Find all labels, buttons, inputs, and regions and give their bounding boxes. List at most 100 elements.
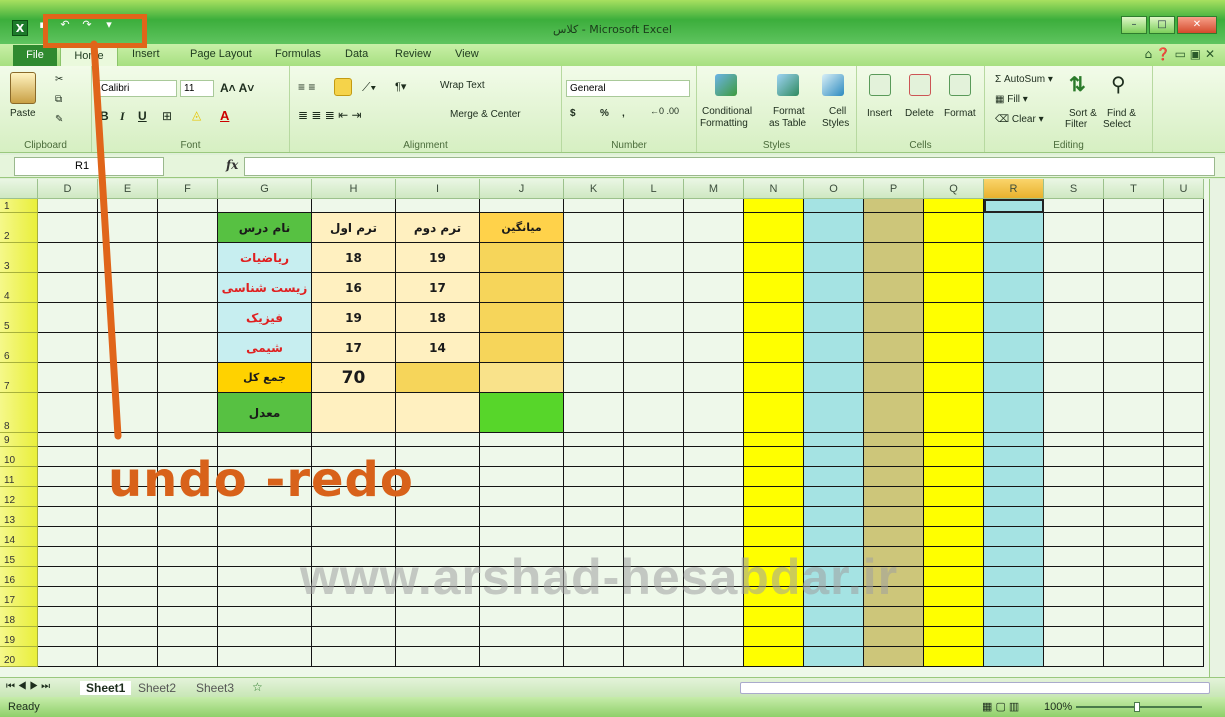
column-header-g[interactable]: G	[218, 179, 312, 199]
row-header-18[interactable]: 18	[0, 607, 38, 627]
column-header-r[interactable]: R	[984, 179, 1044, 199]
row-header-8[interactable]: 8	[0, 393, 38, 433]
grow-font-icon[interactable]: A˄ A˅	[220, 81, 254, 95]
column-header-j[interactable]: J	[480, 179, 564, 199]
top-align-icon[interactable]: ≡ ≡	[298, 80, 315, 94]
subject-cell[interactable]: شیمی	[218, 333, 312, 363]
term2-cell[interactable]: 14	[396, 333, 480, 363]
row-header-3[interactable]: 3	[0, 243, 38, 273]
column-header-k[interactable]: K	[564, 179, 624, 199]
row-header-17[interactable]: 17	[0, 587, 38, 607]
fx-icon[interactable]: fx	[226, 158, 238, 172]
bottom-align-icon[interactable]	[334, 78, 352, 96]
column-header-p[interactable]: P	[864, 179, 924, 199]
tab-formulas[interactable]: Formulas	[275, 48, 321, 60]
term1-cell[interactable]: 19	[312, 303, 396, 333]
format-button[interactable]: Format	[944, 108, 976, 119]
paste-button[interactable]: Paste	[10, 108, 36, 119]
vertical-scrollbar[interactable]	[1209, 179, 1225, 677]
font-name-select[interactable]: Calibri	[97, 80, 177, 97]
format-as-table-button[interactable]: Format	[773, 106, 805, 117]
column-header-f[interactable]: F	[158, 179, 218, 199]
autosum-button[interactable]: Σ AutoSum ▾	[995, 74, 1053, 85]
name-box[interactable]: R1	[14, 157, 164, 176]
column-header-u[interactable]: U	[1164, 179, 1204, 199]
row-header-20[interactable]: 20	[0, 647, 38, 667]
row-header-7[interactable]: 7	[0, 363, 38, 393]
tab-page-layout[interactable]: Page Layout	[190, 48, 252, 60]
font-size-select[interactable]: 11	[180, 80, 214, 97]
paste-icon[interactable]	[10, 72, 36, 104]
average-cell[interactable]	[480, 303, 564, 333]
format-painter-icon[interactable]: ✎	[55, 114, 63, 125]
sheet-tab-3[interactable]: Sheet3	[196, 681, 234, 695]
row-header-19[interactable]: 19	[0, 627, 38, 647]
column-header-s[interactable]: S	[1044, 179, 1104, 199]
new-sheet-icon[interactable]: ☆	[252, 680, 263, 694]
horizontal-scrollbar[interactable]	[740, 682, 1210, 694]
header-subject[interactable]: نام درس	[218, 213, 312, 243]
tab-home[interactable]: Home	[60, 45, 118, 66]
header-term2[interactable]: ترم دوم	[396, 213, 480, 243]
sort-filter-button[interactable]: Sort &	[1069, 108, 1097, 119]
row-header-14[interactable]: 14	[0, 527, 38, 547]
find-select-line2[interactable]: Select	[1103, 119, 1131, 130]
column-header-i[interactable]: I	[396, 179, 480, 199]
sheet-tab-1[interactable]: Sheet1	[80, 681, 132, 695]
term1-cell[interactable]: 17	[312, 333, 396, 363]
sheet-tab-2[interactable]: Sheet2	[138, 681, 176, 695]
underline-button[interactable]: U	[138, 109, 147, 123]
row-header-2[interactable]: 2	[0, 213, 38, 243]
average-cell[interactable]	[480, 273, 564, 303]
tab-insert[interactable]: Insert	[132, 48, 160, 60]
term1-cell[interactable]: 18	[312, 243, 396, 273]
decimal-icons[interactable]: ←0 .00	[650, 106, 679, 116]
column-header-e[interactable]: E	[98, 179, 158, 199]
comma-button[interactable]: ,	[622, 108, 625, 119]
column-header-q[interactable]: Q	[924, 179, 984, 199]
zoom-level[interactable]: 100%	[1044, 701, 1072, 713]
tab-file[interactable]: File	[13, 45, 57, 66]
gpa-term1-cell[interactable]	[312, 393, 396, 433]
clear-button[interactable]: ⌫ Clear ▾	[995, 114, 1044, 125]
tab-view[interactable]: View	[455, 48, 479, 60]
row-header-9[interactable]: 9	[0, 433, 38, 447]
row-header-1[interactable]: 1	[0, 199, 38, 213]
rtl-icon[interactable]: ¶▾	[395, 80, 406, 93]
term2-cell[interactable]: 18	[396, 303, 480, 333]
orientation-icon[interactable]: ⟋▾	[362, 80, 376, 95]
maximize-button[interactable]: □	[1149, 16, 1175, 34]
column-header-d[interactable]: D	[38, 179, 98, 199]
tab-data[interactable]: Data	[345, 48, 368, 60]
close-button[interactable]: ✕	[1177, 16, 1217, 34]
number-format-select[interactable]: General	[566, 80, 690, 97]
delete-button[interactable]: Delete	[905, 108, 934, 119]
ribbon-help-icons[interactable]: ⌂ ❓ ▭ ▣ ✕	[1144, 47, 1215, 61]
gpa-term2-cell[interactable]	[396, 393, 480, 433]
align-icons[interactable]: ≣ ≣ ≣ ⇤ ⇥	[298, 108, 362, 122]
subject-cell[interactable]: زیست شناسی	[218, 273, 312, 303]
column-header-l[interactable]: L	[624, 179, 684, 199]
subject-cell[interactable]: ریاضیات	[218, 243, 312, 273]
copy-icon[interactable]: ⧉	[55, 94, 62, 105]
average-cell[interactable]	[480, 333, 564, 363]
average-cell[interactable]	[480, 243, 564, 273]
format-as-table-line2[interactable]: as Table	[769, 118, 806, 129]
term2-cell[interactable]: 19	[396, 243, 480, 273]
italic-button[interactable]: I	[120, 109, 125, 124]
subject-cell[interactable]: فیزیک	[218, 303, 312, 333]
find-select-icon[interactable]: ⚲	[1111, 72, 1126, 97]
sort-filter-line2[interactable]: Filter	[1065, 119, 1087, 130]
header-average[interactable]: میانگین	[480, 213, 564, 243]
column-header-o[interactable]: O	[804, 179, 864, 199]
wrap-text-button[interactable]: Wrap Text	[440, 80, 485, 91]
row-header-16[interactable]: 16	[0, 567, 38, 587]
sheet-nav-arrows[interactable]: ⏮ ◀ ▶ ⏭	[6, 681, 50, 692]
row-header-5[interactable]: 5	[0, 303, 38, 333]
header-term1[interactable]: ترم اول	[312, 213, 396, 243]
zoom-slider[interactable]	[1076, 702, 1202, 712]
cell-styles-button[interactable]: Cell	[829, 106, 846, 117]
term1-cell[interactable]: 16	[312, 273, 396, 303]
total-term2-cell[interactable]	[396, 363, 480, 393]
font-color-icon[interactable]: A	[220, 108, 229, 123]
